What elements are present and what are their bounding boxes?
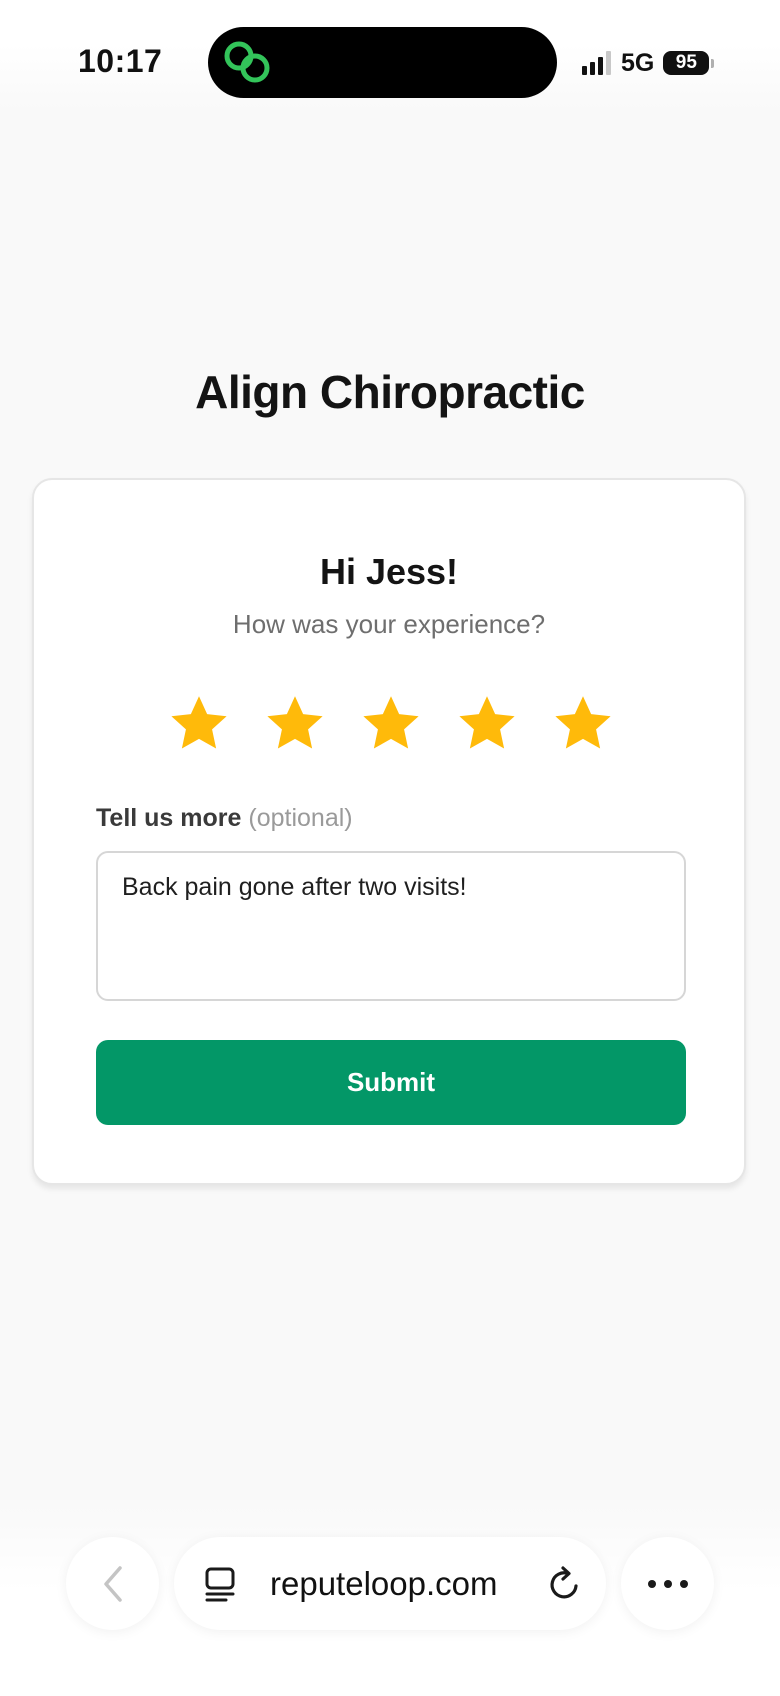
reload-icon[interactable] bbox=[546, 1564, 584, 1604]
signal-icon bbox=[582, 51, 611, 75]
submit-button[interactable]: Submit bbox=[96, 1040, 686, 1125]
star-4-icon[interactable] bbox=[455, 692, 519, 756]
star-5-icon[interactable] bbox=[551, 692, 615, 756]
back-button[interactable] bbox=[66, 1537, 159, 1630]
status-bar: 10:17 5G 95 bbox=[0, 0, 780, 110]
status-indicators: 5G 95 bbox=[582, 48, 715, 78]
dynamic-island bbox=[208, 27, 557, 98]
battery-cap bbox=[711, 58, 715, 68]
review-card: Hi Jess! How was your experience? Tell u… bbox=[32, 478, 746, 1185]
address-bar[interactable]: reputeloop.com bbox=[174, 1537, 606, 1630]
more-options-button[interactable] bbox=[621, 1537, 714, 1630]
star-2-icon[interactable] bbox=[263, 692, 327, 756]
url-text[interactable]: reputeloop.com bbox=[270, 1563, 497, 1605]
greeting: Hi Jess! bbox=[319, 551, 459, 592]
star-rating bbox=[167, 692, 615, 756]
status-time: 10:17 bbox=[78, 43, 163, 79]
comment-label-text: Tell us more bbox=[96, 804, 242, 832]
star-3-icon[interactable] bbox=[359, 692, 423, 756]
more-horizontal-icon bbox=[663, 1579, 672, 1588]
chevron-left-icon bbox=[103, 1565, 122, 1602]
more-horizontal-icon bbox=[647, 1579, 656, 1588]
comment-textarea[interactable]: Back pain gone after two visits! bbox=[96, 851, 686, 1001]
comment-optional-hint: (optional) bbox=[248, 804, 353, 832]
comment-label: Tell us more (optional) bbox=[96, 802, 353, 834]
experience-prompt: How was your experience? bbox=[232, 609, 546, 639]
browser-toolbar: reputeloop.com bbox=[0, 1505, 780, 1696]
network-type: 5G bbox=[621, 48, 655, 77]
tabs-icon[interactable] bbox=[204, 1567, 238, 1603]
more-horizontal-icon bbox=[679, 1579, 688, 1588]
battery-level: 95 bbox=[675, 52, 697, 73]
battery-icon: 95 bbox=[663, 51, 710, 75]
linked-rings-icon bbox=[224, 41, 270, 83]
star-1-icon[interactable] bbox=[167, 692, 231, 756]
business-name: Align Chiropractic bbox=[195, 366, 585, 418]
